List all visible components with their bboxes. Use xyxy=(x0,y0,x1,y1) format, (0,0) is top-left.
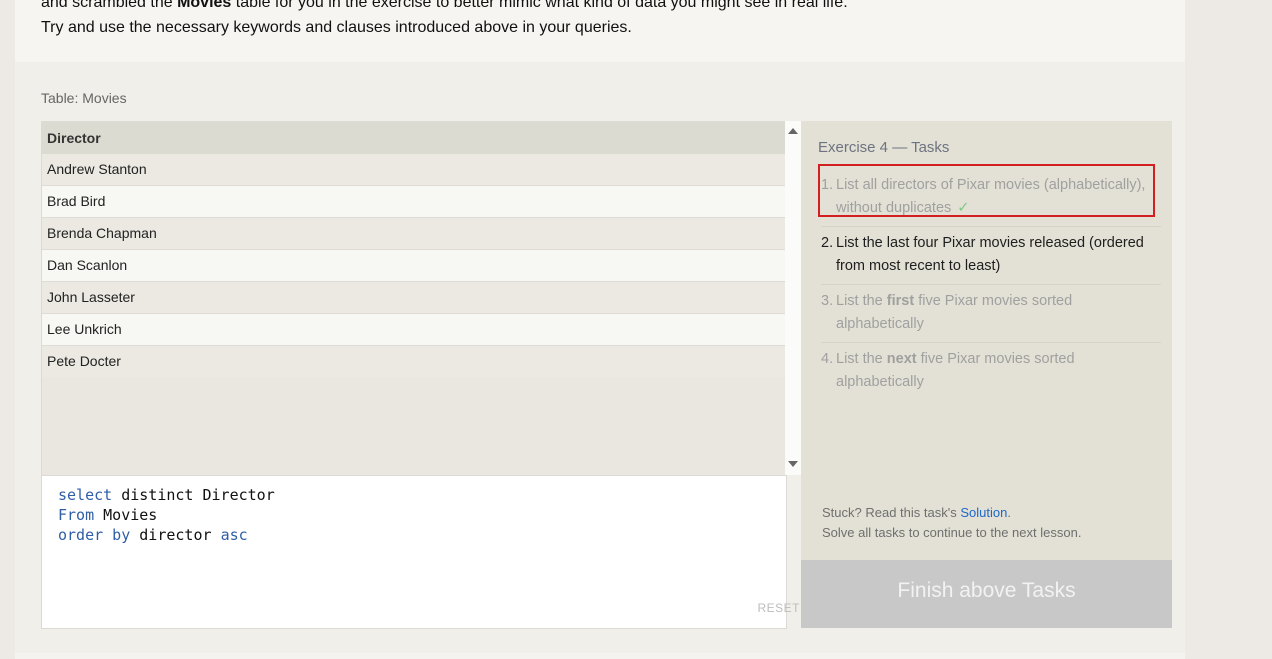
table-row: Brenda Chapman xyxy=(42,218,786,250)
table-row: Pete Docter xyxy=(42,346,786,377)
table-scrollbar[interactable] xyxy=(785,121,801,475)
finish-tasks-button[interactable]: Finish above Tasks xyxy=(801,560,1172,628)
column-header-director: Director xyxy=(42,122,786,154)
help-text: Stuck? Read this task's Solution. Solve … xyxy=(822,505,1082,540)
task-item-1: 1. List all directors of Pixar movies (a… xyxy=(818,164,1161,227)
table-row: Dan Scanlon xyxy=(42,250,786,282)
sql-code[interactable]: select distinct Director From Movies ord… xyxy=(58,485,275,545)
highlight-box xyxy=(818,164,1155,217)
code-line-3: order by director asc xyxy=(58,526,248,544)
code-line-1: select distinct Director xyxy=(58,486,275,504)
task-item-2: 2. List the last four Pixar movies relea… xyxy=(821,227,1161,285)
scroll-up-arrow-icon[interactable] xyxy=(788,128,798,134)
task-item-4: 4. List the next five Pixar movies sorte… xyxy=(821,351,1075,390)
bottom-divider xyxy=(15,653,1185,659)
reset-button[interactable]: RESET xyxy=(757,601,800,615)
intro-line-2: Try and use the necessary keywords and c… xyxy=(41,19,632,36)
code-line-2: From Movies xyxy=(58,506,158,524)
task-list: 1. List all directors of Pixar movies (a… xyxy=(818,164,1161,400)
solution-link[interactable]: Solution xyxy=(960,505,1007,520)
table-row: John Lasseter xyxy=(42,282,786,314)
page: and scrambled the Movies table for you i… xyxy=(15,0,1185,659)
tasks-panel: Exercise 4 — Tasks 1. List all directors… xyxy=(801,121,1172,628)
intro-line-1: and scrambled the Movies table for you i… xyxy=(41,0,848,11)
scroll-down-arrow-icon[interactable] xyxy=(788,461,798,467)
sql-editor[interactable]: select distinct Director From Movies ord… xyxy=(41,475,800,629)
table-row: Lee Unkrich xyxy=(42,314,786,346)
task-item-3: 3. List the first five Pixar movies sort… xyxy=(821,285,1161,343)
results-table: Director Andrew Stanton Brad Bird Brenda… xyxy=(41,121,787,476)
tasks-title: Exercise 4 — Tasks xyxy=(818,139,950,156)
table-row: Brad Bird xyxy=(42,186,786,218)
table-row: Andrew Stanton xyxy=(42,154,786,186)
table-caption: Table: Movies xyxy=(41,90,127,106)
lesson-intro: and scrambled the Movies table for you i… xyxy=(15,0,1185,62)
